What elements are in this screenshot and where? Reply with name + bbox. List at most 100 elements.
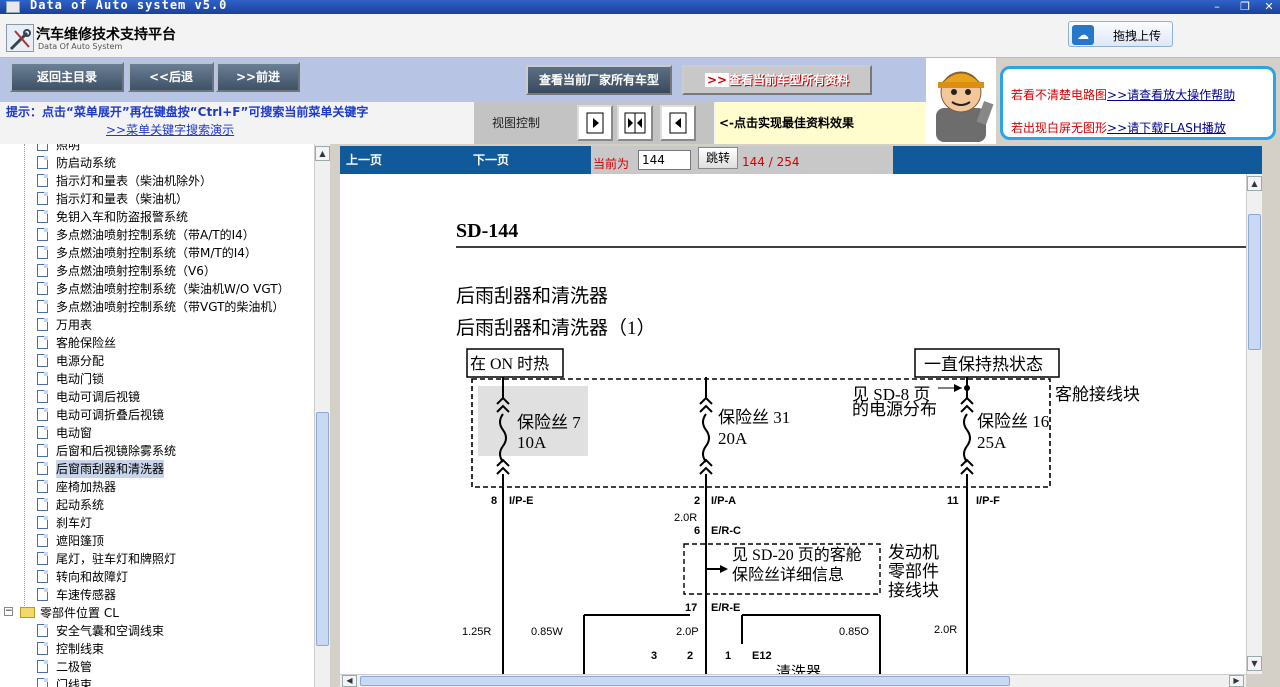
pin11-conn: I/P-F bbox=[976, 495, 1000, 507]
washer-label: 清洗器 bbox=[776, 664, 821, 674]
panel-splitter[interactable] bbox=[330, 144, 340, 687]
mascot-icon bbox=[926, 58, 996, 144]
tree-item[interactable]: 电动窗 bbox=[56, 424, 92, 442]
pin1: 1 bbox=[725, 650, 731, 662]
brand-title: 汽车维修技术支持平台 bbox=[36, 27, 176, 43]
page-icon bbox=[37, 534, 48, 547]
page-icon bbox=[37, 516, 48, 529]
page-icon bbox=[37, 408, 48, 421]
wire-085w: 0.85W bbox=[531, 626, 563, 638]
tree-item[interactable]: 电动门锁 bbox=[56, 370, 104, 388]
tree-folder-label[interactable]: 零部件位置 CL bbox=[40, 604, 119, 622]
tree-item[interactable]: 后窗和后视镜除雾系统 bbox=[56, 442, 176, 460]
pin8-conn: I/P-E bbox=[509, 495, 533, 507]
page-icon bbox=[37, 444, 48, 457]
tree-item[interactable]: 座椅加热器 bbox=[56, 478, 116, 496]
menu-tree: 照明 防启动系统 指示灯和量表（柴油机除外） 指示灯和量表（柴油机） 免钥入车和防盗报警… bbox=[0, 144, 314, 687]
page-icon bbox=[37, 354, 48, 367]
document-vscrollbar[interactable]: ▲ ▼ bbox=[1246, 174, 1262, 674]
page-icon bbox=[37, 246, 48, 259]
tree-item[interactable]: 指示灯和量表（柴油机除外） bbox=[56, 172, 212, 190]
scroll-right-icon[interactable]: ▶ bbox=[1229, 675, 1244, 687]
doc-scroll-up-icon[interactable]: ▲ bbox=[1247, 176, 1262, 191]
page-icon bbox=[37, 390, 48, 403]
page-icon bbox=[37, 624, 48, 637]
tree-item[interactable]: 多点燃油喷射控制系统（柴油机W/O VGT） bbox=[56, 280, 290, 298]
page-icon bbox=[37, 174, 48, 187]
tree-item[interactable]: 车速传感器 bbox=[56, 586, 116, 604]
page-icon bbox=[37, 372, 48, 385]
doc-scroll-down-icon[interactable]: ▼ bbox=[1247, 656, 1262, 671]
tree-item[interactable]: 刹车灯 bbox=[56, 514, 92, 532]
tree-item[interactable]: 后窗雨刮器和清洗器 bbox=[56, 460, 165, 478]
upload-button[interactable]: ☁ 拖拽上传 bbox=[1068, 21, 1173, 47]
tree-item[interactable]: 多点燃油喷射控制系统（带VGT的柴油机） bbox=[56, 298, 284, 316]
tree-scroll-thumb[interactable] bbox=[316, 412, 329, 646]
tree-item[interactable]: 电动可调后视镜 bbox=[56, 388, 140, 406]
pin3: 3 bbox=[651, 650, 657, 662]
page-icon bbox=[37, 264, 48, 277]
view-split-button[interactable] bbox=[617, 105, 653, 141]
tree-scrollbar[interactable]: ▲ bbox=[314, 144, 330, 687]
tree-item[interactable]: 电动可调折叠后视镜 bbox=[56, 406, 164, 424]
scroll-left-icon[interactable]: ◀ bbox=[342, 675, 357, 687]
tree-item[interactable]: 指示灯和量表（柴油机） bbox=[56, 190, 188, 208]
view-expand-right-button[interactable] bbox=[577, 105, 613, 141]
close-icon[interactable]: ✕ bbox=[1260, 0, 1278, 13]
tree-item[interactable]: 多点燃油喷射控制系统（带A/T的I4） bbox=[56, 226, 255, 244]
tree-item[interactable]: 尾灯，驻车灯和牌照灯 bbox=[56, 550, 176, 568]
all-models-button[interactable]: 查看当前厂家所有车型 bbox=[526, 65, 672, 95]
all-data-label: 查看当前车型所有资料 bbox=[729, 73, 850, 87]
tree-item[interactable]: 多点燃油喷射控制系统（V6） bbox=[56, 262, 216, 280]
tree-item[interactable]: 遮阳篷顶 bbox=[56, 532, 104, 550]
help-flash-text: 若出现白屏无图形 bbox=[1011, 121, 1108, 135]
best-effect-text: <-点击实现最佳资料效果 bbox=[719, 116, 855, 130]
tree-item[interactable]: 客舱保险丝 bbox=[56, 334, 116, 352]
forward-button[interactable]: >>前进 bbox=[216, 62, 300, 92]
tree-item[interactable]: 照明 bbox=[56, 144, 80, 154]
fuse31-label: 保险丝 31 bbox=[718, 408, 790, 427]
page-icon bbox=[37, 144, 48, 151]
home-button[interactable]: 返回主目录 bbox=[10, 62, 124, 92]
current-page-label: 当前为 bbox=[593, 157, 630, 171]
collapse-icon[interactable]: − bbox=[4, 607, 13, 616]
next-page-link[interactable]: 下一页 bbox=[473, 151, 509, 168]
tree-item[interactable]: 万用表 bbox=[56, 316, 92, 334]
tree-item[interactable]: 起动系统 bbox=[56, 496, 104, 514]
view-expand-left-button[interactable] bbox=[660, 105, 696, 141]
tree-item[interactable]: 二极管 bbox=[56, 658, 92, 676]
page-icon bbox=[37, 552, 48, 565]
tree-item[interactable]: 转向和故障灯 bbox=[56, 568, 128, 586]
prev-page-link[interactable]: 上一页 bbox=[346, 151, 382, 168]
tree-item[interactable]: 安全气囊和空调线束 bbox=[56, 622, 164, 640]
tree-item[interactable]: 电源分配 bbox=[56, 352, 104, 370]
fuse31-amp: 20A bbox=[718, 429, 748, 448]
scroll-up-icon[interactable]: ▲ bbox=[315, 146, 330, 161]
document-hscroll-thumb[interactable] bbox=[360, 676, 1010, 686]
pin2-conn: I/P-A bbox=[711, 495, 736, 507]
maximize-icon[interactable]: ❐ bbox=[1236, 0, 1254, 13]
page-icon bbox=[37, 588, 48, 601]
zoom-help-link[interactable]: >>请查看放大操作帮助 bbox=[1107, 88, 1235, 102]
tree-item[interactable]: 多点燃油喷射控制系统（带M/T的I4） bbox=[56, 244, 257, 262]
flash-download-link[interactable]: >>请下载FLASH播放 bbox=[1107, 121, 1226, 135]
page-icon bbox=[37, 480, 48, 493]
tree-item[interactable]: 门线束 bbox=[56, 676, 92, 687]
page-icon bbox=[37, 336, 48, 349]
document-hscrollbar[interactable]: ◀ ▶ bbox=[340, 674, 1246, 687]
right-margin bbox=[1262, 144, 1280, 687]
wire-20r: 2.0R bbox=[674, 512, 697, 524]
tree-item[interactable]: 免钥入车和防盗报警系统 bbox=[56, 208, 188, 226]
minimize-icon[interactable]: – bbox=[1208, 0, 1226, 13]
engine-block-label-1: 发动机 bbox=[888, 543, 939, 562]
back-button[interactable]: <<后退 bbox=[128, 62, 214, 92]
tree-item[interactable]: 防启动系统 bbox=[56, 154, 116, 172]
document-vscroll-thumb[interactable] bbox=[1248, 214, 1261, 350]
jump-button[interactable]: 跳转 bbox=[698, 147, 738, 169]
all-data-button[interactable]: >> 查看当前车型所有资料 bbox=[682, 65, 872, 95]
search-demo-link[interactable]: >>菜单关键字搜索演示 bbox=[106, 121, 234, 138]
page-code: SD-144 bbox=[456, 220, 518, 242]
fuse7-label: 保险丝 7 bbox=[517, 413, 581, 432]
page-number-input[interactable]: 144 bbox=[638, 150, 691, 170]
tree-item[interactable]: 控制线束 bbox=[56, 640, 104, 658]
